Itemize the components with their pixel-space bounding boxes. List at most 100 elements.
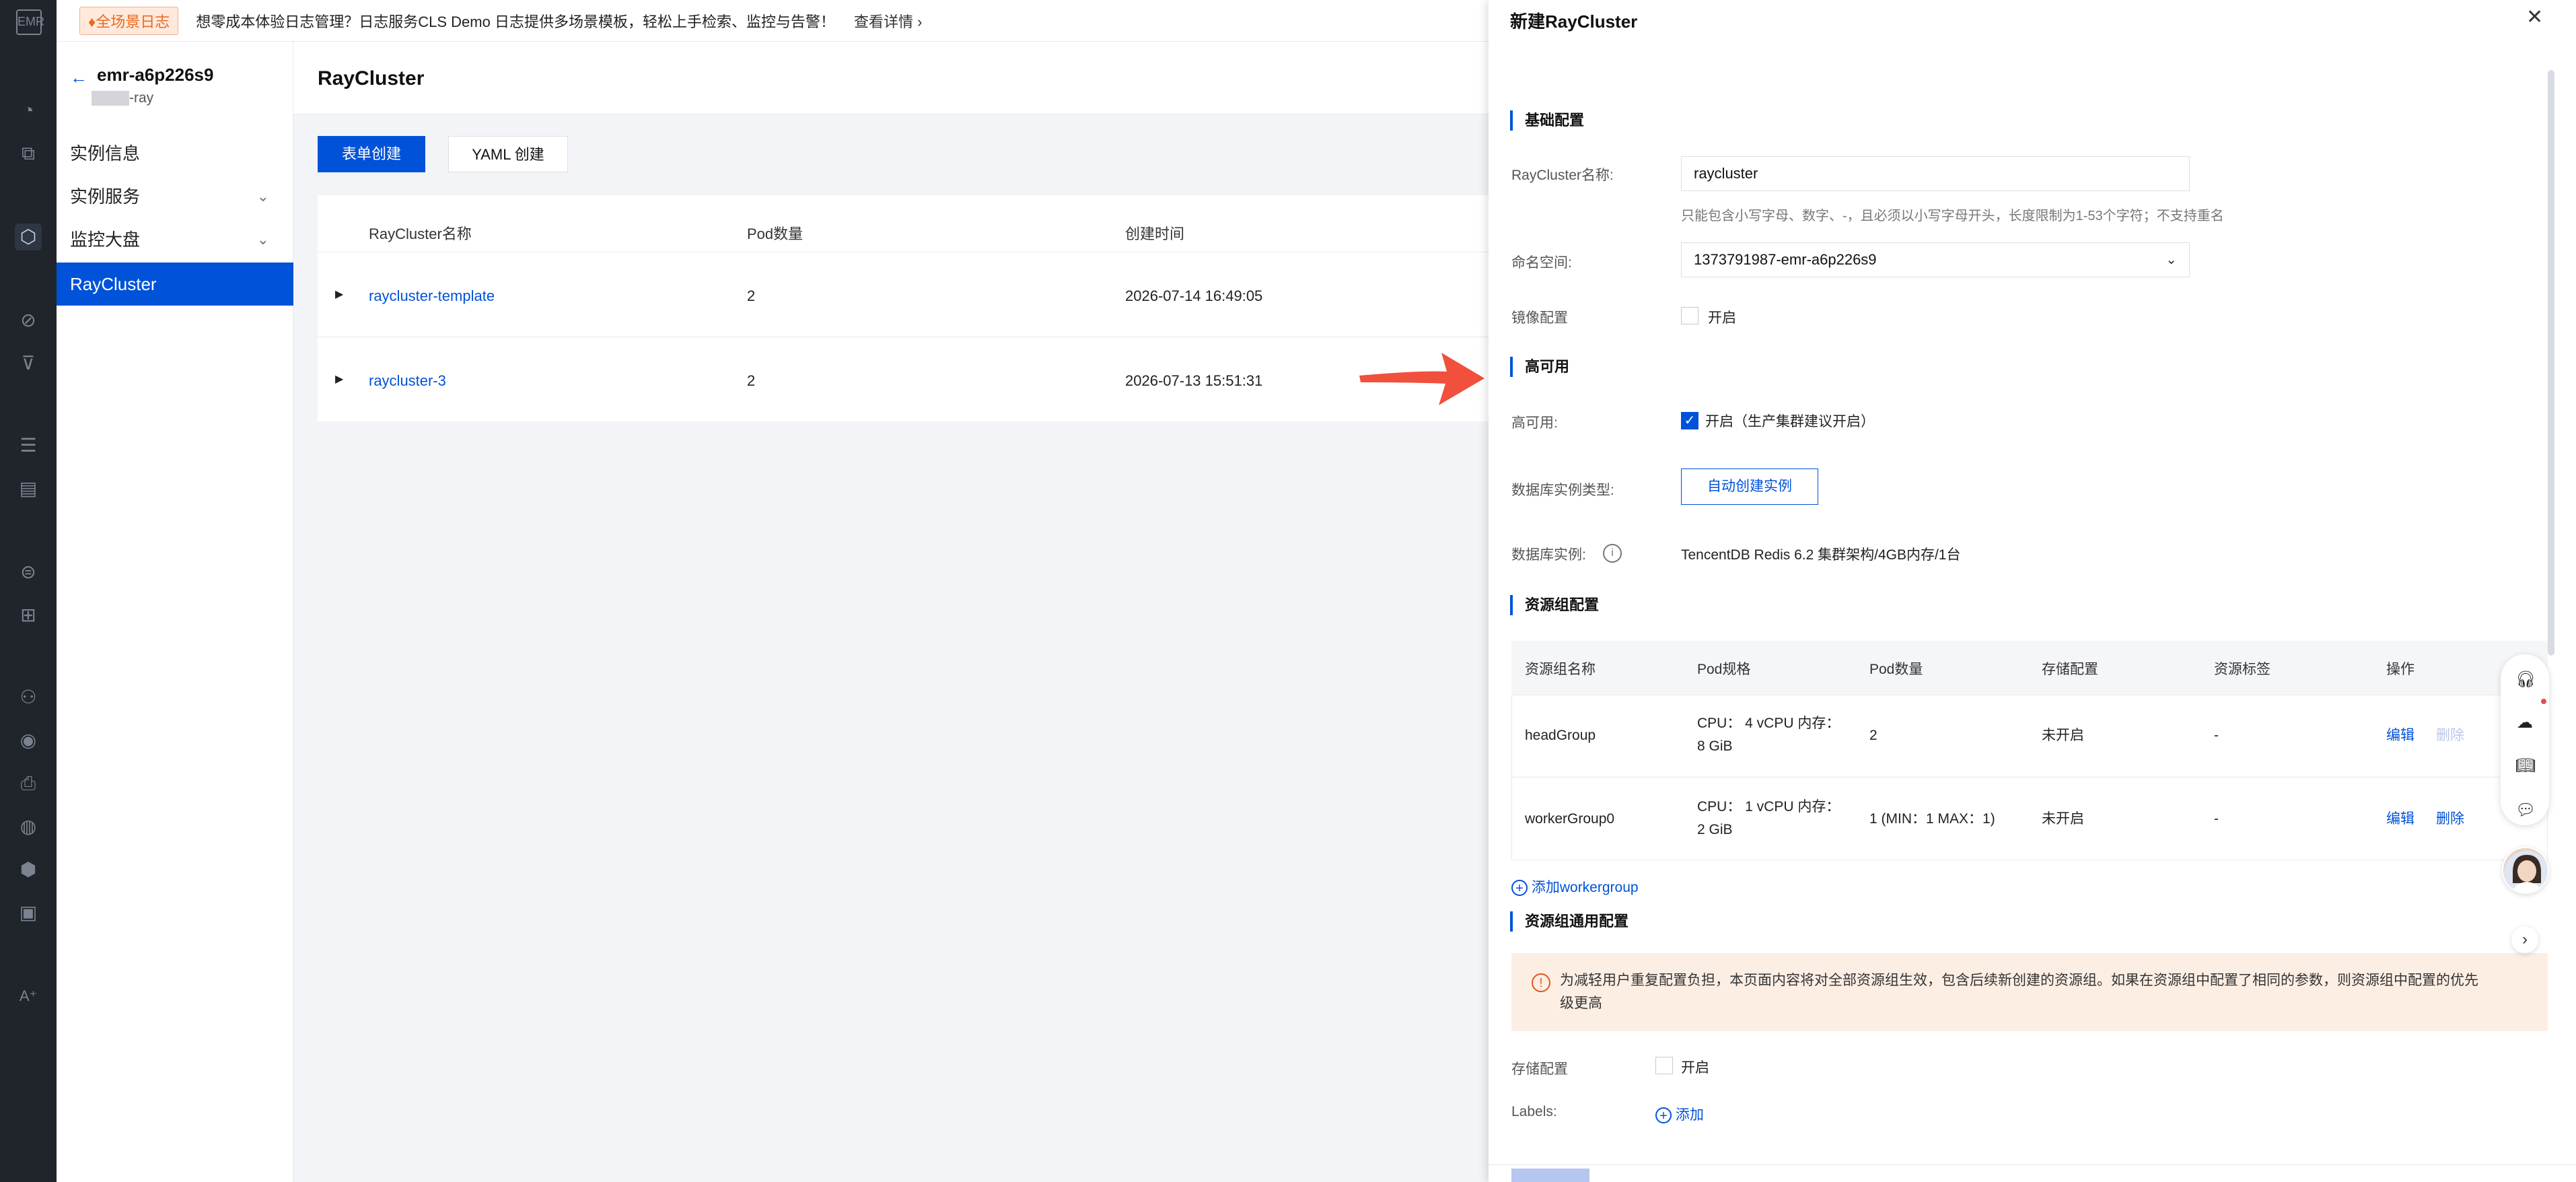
pod-count: 2	[747, 372, 756, 389]
instance-subtitle-text: -ray	[129, 90, 154, 106]
filter-icon[interactable]: ⊽	[15, 350, 42, 377]
cube-icon[interactable]: ⬡	[15, 223, 42, 250]
drawer-title: 新建RayCluster	[1510, 11, 1638, 32]
dashboard-icon[interactable]: ◔	[15, 97, 42, 124]
namespace-select[interactable]: 1373791987-emr-a6p226s9 ⌄	[1681, 242, 2190, 277]
pod-spec-line2: 8 GiB	[1697, 738, 1733, 754]
group-name: workerGroup0	[1525, 811, 1615, 827]
column-header: 创建时间	[1125, 225, 1185, 242]
link-icon[interactable]: ⊘	[15, 307, 42, 334]
namespace-label: 命名空间:	[1511, 255, 1572, 271]
storage-checkbox[interactable]	[1655, 1057, 1673, 1074]
chevron-right-icon[interactable]: ›	[2511, 926, 2538, 953]
chevron-down-icon: ⌄	[256, 188, 269, 205]
yaml-create-button[interactable]: YAML 创建	[448, 136, 568, 172]
banner-link[interactable]: 查看详情 ›	[854, 10, 922, 32]
add-label-button[interactable]: + 添加	[1655, 1104, 1704, 1124]
pod-spec-line1: CPU： 4 vCPU 内存：	[1697, 716, 1840, 731]
warning-icon: !	[1532, 973, 1550, 992]
db-type-label: 数据库实例类型:	[1511, 483, 1614, 498]
emr-logo-icon[interactable]: EMR	[16, 9, 44, 35]
banner-tag: ♦全场景日志	[79, 6, 179, 35]
arrow-left-icon[interactable]: ←	[70, 67, 87, 88]
close-icon[interactable]: ✕	[2526, 5, 2543, 29]
promo-banner: ♦全场景日志 想零成本体验日志管理？日志服务CLS Demo 日志提供多场景模板…	[57, 0, 1489, 42]
mirror-option: 开启	[1708, 310, 1736, 326]
form-create-button[interactable]: 表单创建	[318, 136, 425, 172]
ha-checkbox[interactable]: ✓	[1681, 412, 1698, 429]
delete-link[interactable]: 删除	[2436, 808, 2464, 828]
sidebar-item-label: 实例服务	[70, 186, 141, 207]
auto-create-instance-button[interactable]: 自动创建实例	[1681, 468, 1818, 505]
cluster-name-link[interactable]: raycluster-3	[369, 372, 446, 390]
column-header: 存储配置	[2042, 662, 2098, 677]
name-hint: 只能包含小写字母、数字、-，且必须以小写字母开头，长度限制为1-53个字符；不支…	[1681, 209, 2224, 223]
notice-line: 级更高	[1560, 996, 1602, 1011]
table-icon[interactable]: ▤	[15, 475, 42, 502]
ai-icon[interactable]: A⁺	[15, 983, 42, 1010]
created-time: 2026-07-13 15:51:31	[1125, 372, 1263, 389]
copy-icon[interactable]: ⧉	[15, 140, 42, 167]
sidebar-item-label: 监控大盘	[70, 230, 141, 250]
toggle-icon[interactable]: ⊜	[15, 559, 42, 586]
monitor-icon[interactable]: ◉	[15, 727, 42, 754]
expand-row-icon[interactable]: ▶	[335, 287, 343, 301]
confirm-button[interactable]	[1511, 1169, 1589, 1182]
grid-icon[interactable]: ⊞	[15, 602, 42, 629]
chat-icon[interactable]: 💬︎	[2515, 801, 2536, 820]
column-header: Pod规格	[1697, 662, 1751, 677]
banner-text: 想零成本体验日志管理？日志服务CLS Demo 日志提供多场景模板，轻松上手检索…	[196, 13, 835, 30]
chevron-down-icon: ⌄	[256, 231, 269, 248]
user-settings-icon[interactable]: ⚇	[15, 684, 42, 711]
pod-count: 2	[747, 287, 756, 304]
sidebar-item-instance-info[interactable]: 实例信息	[57, 132, 293, 175]
ha-option: 开启（生产集群建议开启）	[1705, 414, 1875, 429]
name-input[interactable]: raycluster	[1681, 156, 2190, 191]
expand-row-icon[interactable]: ▶	[335, 372, 343, 386]
drawer-footer	[1489, 1164, 2576, 1182]
list-icon[interactable]: ☰	[15, 432, 42, 459]
plus-circle-icon: +	[1511, 880, 1528, 897]
instance-title: emr-a6p226s9	[97, 65, 214, 85]
pod-spec-line2: 2 GiB	[1697, 822, 1733, 837]
pod-count: 2	[1869, 728, 1877, 743]
resource-labels: -	[2214, 728, 2219, 743]
headset-icon[interactable]: 🎧︎	[2515, 670, 2536, 689]
drawer-scrollbar[interactable]	[2548, 70, 2554, 656]
pod-spec-line1: CPU： 1 vCPU 内存：	[1697, 799, 1840, 814]
mirror-checkbox[interactable]	[1681, 307, 1698, 324]
storage-config-label: 存储配置	[1511, 1062, 1568, 1077]
mirror-label: 镜像配置	[1511, 310, 1568, 326]
sidebar-item-instance-service[interactable]: 实例服务 ⌄	[57, 175, 293, 218]
cloud-icon[interactable]: ☁	[2515, 714, 2534, 732]
file-search-icon[interactable]: ⎙	[15, 770, 42, 797]
shield-icon[interactable]: ⬢	[15, 856, 42, 883]
assistant-avatar[interactable]	[2502, 847, 2549, 894]
delete-link-disabled: 删除	[2436, 728, 2464, 743]
db-instance-label: 数据库实例:	[1511, 547, 1586, 563]
edit-link[interactable]: 编辑	[2386, 808, 2414, 828]
cluster-name-link[interactable]: raycluster-template	[369, 287, 495, 305]
section-resource-group-common: 资源组通用配置	[1510, 911, 1629, 932]
labels-label: Labels:	[1511, 1104, 1557, 1119]
db-instance-value: TencentDB Redis 6.2 集群架构/4GB内存/1台	[1681, 547, 1961, 563]
group-name: headGroup	[1525, 728, 1596, 743]
sidebar-item-raycluster[interactable]: RayCluster	[57, 263, 293, 306]
namespace-value: 1373791987-emr-a6p226s9	[1694, 251, 1877, 268]
column-header: RayCluster名称	[369, 225, 472, 242]
edit-link[interactable]: 编辑	[2386, 724, 2414, 744]
data-icon[interactable]: ▣	[15, 899, 42, 926]
info-icon[interactable]: i	[1603, 544, 1622, 563]
book-icon[interactable]: 📖︎	[2515, 757, 2536, 775]
section-basic: 基础配置	[1510, 110, 1584, 131]
storage-config: 未开启	[2042, 811, 2084, 827]
notice-line: 为减轻用户重复配置负担，本页面内容将对全部资源组生效，包含后续新创建的资源组。如…	[1560, 973, 2478, 988]
sidebar-item-label: 实例信息	[70, 143, 141, 164]
notification-dot	[2541, 699, 2546, 704]
column-header: Pod数量	[747, 225, 803, 242]
instance-subtitle: -ray	[92, 90, 153, 106]
add-label-text: 添加	[1675, 1107, 1704, 1123]
globe-settings-icon[interactable]: ◍	[15, 813, 42, 840]
sidebar-item-monitor-dashboard[interactable]: 监控大盘 ⌄	[57, 218, 293, 261]
add-workergroup-button[interactable]: + 添加workergroup	[1511, 876, 1639, 897]
